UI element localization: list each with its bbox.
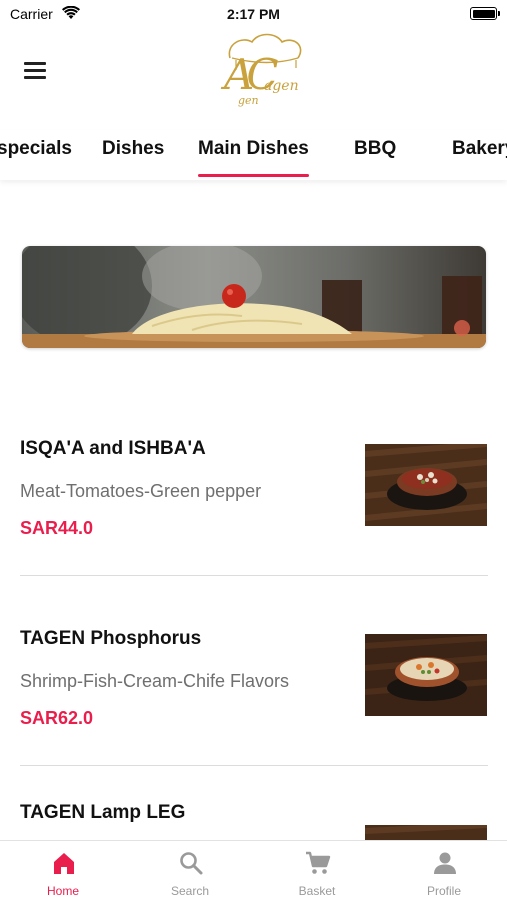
tabbar-basket[interactable]: Basket: [254, 841, 380, 900]
tabbar-profile[interactable]: Profile: [381, 841, 507, 900]
product-description: Shrimp-Fish-Cream-Chife Flavors: [20, 671, 290, 691]
battery-icon: [470, 7, 500, 20]
product-image: [365, 444, 487, 526]
profile-icon: [434, 852, 456, 874]
product-image: [365, 634, 487, 716]
product-description: Meat-Tomatoes-Green pepper: [20, 481, 262, 501]
restaurant-logo: AC agen gen: [212, 30, 312, 122]
promo-banner[interactable]: [22, 246, 486, 348]
status-bar: Carrier 2:17 PM: [0, 0, 507, 30]
product-price: SAR62.0: [20, 708, 94, 728]
tabbar-home[interactable]: Home: [0, 841, 126, 900]
tab-bbq[interactable]: BBQ: [354, 138, 396, 160]
clock: 2:17 PM: [227, 6, 280, 22]
product-item[interactable]: TAGEN Lamp LEG: [20, 802, 488, 840]
home-icon: [54, 853, 74, 874]
active-tab-indicator: [198, 174, 309, 177]
product-name: TAGEN Phosphorus: [20, 628, 202, 649]
tabbar-label: Search: [170, 884, 210, 898]
list-divider: [20, 765, 488, 766]
product-price: SAR44.0: [20, 518, 94, 538]
tabbar-label: Profile: [426, 884, 461, 898]
logo-word: gen: [238, 94, 259, 107]
menu-line-icon: [24, 69, 46, 72]
cart-icon: [306, 851, 331, 874]
tabbar-label: Basket: [298, 884, 336, 898]
product-item[interactable]: ISQA'A and ISHBA'A Meat-Tomatoes-Green p…: [20, 438, 488, 628]
product-name: TAGEN Lamp LEG: [20, 802, 186, 823]
menu-line-icon: [24, 62, 46, 65]
menu-line-icon: [24, 76, 46, 79]
tab-main-dishes[interactable]: Main Dishes: [198, 138, 309, 160]
logo-word: agen: [264, 78, 299, 94]
tabbar-search[interactable]: Search: [127, 841, 253, 900]
hamburger-menu-button[interactable]: [24, 62, 46, 80]
tab-dishes[interactable]: Dishes: [102, 138, 164, 160]
search-icon: [180, 852, 203, 875]
tab-specials[interactable]: specials: [0, 138, 72, 160]
app-header: AC agen gen: [0, 30, 507, 122]
tabbar-label: Home: [46, 884, 79, 898]
banner-photo: [22, 246, 486, 348]
list-divider: [20, 575, 488, 576]
category-tabs: specials Dishes Main Dishes BBQ Bakery: [0, 130, 507, 180]
product-item[interactable]: TAGEN Phosphorus Shrimp-Fish-Cream-Chife…: [20, 628, 488, 818]
product-name: ISQA'A and ISHBA'A: [20, 438, 206, 459]
bottom-tab-bar: Home Search Basket Profile: [0, 840, 507, 900]
tab-bakery[interactable]: Bakery: [452, 138, 507, 160]
product-image: [365, 825, 487, 840]
